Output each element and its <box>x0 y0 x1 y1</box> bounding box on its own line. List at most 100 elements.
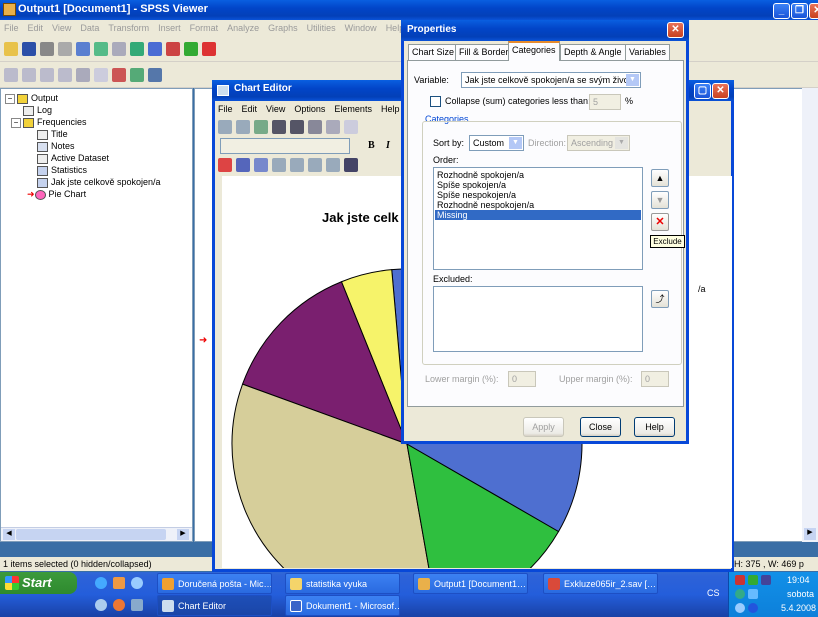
export-icon[interactable] <box>76 41 90 56</box>
show-icon[interactable] <box>76 67 90 82</box>
move-up-button[interactable]: ▲ <box>651 169 669 187</box>
outline-hscrollbar[interactable]: ◀ ▶ <box>1 527 192 541</box>
variable-dropdown[interactable]: Jak jste celkově spokojen/a se svým živo… <box>461 72 641 88</box>
ce-select-icon[interactable] <box>326 120 340 134</box>
ce-scatter-icon[interactable] <box>344 158 358 172</box>
ce-bar-icon[interactable] <box>236 158 250 172</box>
italic-button[interactable]: I <box>386 140 390 151</box>
ce-menu-view[interactable]: View <box>266 104 285 114</box>
menu-file[interactable]: File <box>4 23 19 33</box>
ce-bar2-icon[interactable] <box>254 158 268 172</box>
print-preview-icon[interactable] <box>58 41 72 56</box>
chart-editor-close-button[interactable]: ✕ <box>712 83 729 99</box>
quicklaunch-firefox-icon[interactable] <box>113 599 125 611</box>
list-item[interactable]: Rozhodně nespokojen/a <box>435 200 641 210</box>
close-button[interactable]: Close <box>580 417 621 437</box>
ce-lasso-icon[interactable] <box>344 120 358 134</box>
content-vscrollbar[interactable]: ▶ <box>802 88 818 542</box>
menu-data[interactable]: Data <box>80 23 99 33</box>
upper-margin-input[interactable]: 0 <box>641 371 669 387</box>
ce-x-axis-icon[interactable] <box>272 120 286 134</box>
list-item[interactable]: Spíše nespokojen/a <box>435 190 641 200</box>
tree-item[interactable]: Notes <box>5 140 192 152</box>
scroll-left-icon[interactable]: ◀ <box>3 529 15 540</box>
menu-transform[interactable]: Transform <box>108 23 149 33</box>
ce-area-icon[interactable] <box>308 158 322 172</box>
apply-button[interactable]: Apply <box>523 417 564 437</box>
menu-view[interactable]: View <box>52 23 71 33</box>
include-button[interactable]: ⤴ <box>651 290 669 308</box>
tab-fill-border[interactable]: Fill & Border <box>455 44 513 61</box>
scroll-thumb[interactable] <box>16 529 166 540</box>
tree-item[interactable]: Statistics <box>5 164 192 176</box>
print-icon[interactable] <box>40 41 54 56</box>
tab-categories[interactable]: Categories <box>508 41 560 61</box>
collapse-checkbox[interactable] <box>430 96 441 107</box>
minimize-button[interactable]: _ <box>773 3 790 19</box>
menu-format[interactable]: Format <box>190 23 219 33</box>
properties-close-button[interactable]: ✕ <box>667 22 684 38</box>
insert-heading-icon[interactable] <box>112 67 126 82</box>
menu-window[interactable]: Window <box>345 23 377 33</box>
tree-item[interactable]: − Output <box>5 92 192 104</box>
open-icon[interactable] <box>4 41 18 56</box>
tree-item[interactable]: Title <box>5 128 192 140</box>
menu-graphs[interactable]: Graphs <box>268 23 298 33</box>
tree-item[interactable]: Jak jste celkově spokojen/a <box>5 176 192 188</box>
menu-edit[interactable]: Edit <box>28 23 44 33</box>
undo-icon[interactable] <box>112 41 126 56</box>
tray-icon[interactable] <box>735 589 745 599</box>
taskbar-item-outlook[interactable]: Doručená pošta - Mic… <box>157 573 272 594</box>
ce-line2-icon[interactable] <box>290 158 304 172</box>
font-dropdown[interactable] <box>220 138 350 154</box>
tray-icon[interactable] <box>735 603 745 613</box>
insert-title-icon[interactable] <box>130 67 144 82</box>
list-item-selected[interactable]: Missing <box>435 210 641 220</box>
collapse-threshold-input[interactable]: 5 <box>589 94 621 110</box>
back-icon[interactable] <box>4 67 18 82</box>
tray-icon[interactable] <box>748 589 758 599</box>
ce-redo-icon[interactable] <box>236 120 250 134</box>
order-listbox[interactable]: Rozhodně spokojen/a Spíše spokojen/a Spí… <box>433 167 643 270</box>
bluetooth-icon[interactable] <box>748 603 758 613</box>
tree-item-selected[interactable]: ➜ Pie Chart <box>5 188 192 200</box>
chart-editor-restore-button[interactable]: ▢ <box>694 83 711 99</box>
ce-menu-options[interactable]: Options <box>294 104 325 114</box>
collapse-toggle[interactable]: − <box>5 93 15 104</box>
tree-item[interactable]: − Frequencies <box>5 116 192 128</box>
clock-time[interactable]: 19:04 <box>787 575 810 585</box>
bold-button[interactable]: B <box>368 140 375 151</box>
collapse-icon[interactable] <box>58 67 72 82</box>
hide-icon[interactable] <box>94 67 108 82</box>
taskbar-item-spss-data[interactable]: Exkluze065ir_2.sav [… <box>543 573 658 594</box>
quicklaunch-ie-icon[interactable] <box>95 577 107 589</box>
tray-icon[interactable] <box>761 575 771 585</box>
lower-margin-input[interactable]: 0 <box>508 371 536 387</box>
chevron-down-icon[interactable]: ▼ <box>509 137 522 149</box>
list-item[interactable]: Rozhodně spokojen/a <box>435 170 641 180</box>
taskbar-item-chart-editor[interactable]: Chart Editor <box>157 595 272 616</box>
ce-undo-icon[interactable] <box>218 120 232 134</box>
quicklaunch-app-icon[interactable] <box>131 577 143 589</box>
chevron-down-icon[interactable]: ▼ <box>626 74 639 86</box>
tab-chart-size[interactable]: Chart Size <box>408 44 459 61</box>
language-indicator[interactable]: CS <box>707 588 720 598</box>
move-down-button[interactable]: ▼ <box>651 191 669 209</box>
ce-menu-edit[interactable]: Edit <box>242 104 258 114</box>
tree-item[interactable]: Active Dataset <box>5 152 192 164</box>
excluded-listbox[interactable] <box>433 286 643 352</box>
ce-line-icon[interactable] <box>272 158 286 172</box>
designate-icon[interactable] <box>202 41 216 56</box>
menu-analyze[interactable]: Analyze <box>227 23 259 33</box>
quicklaunch-media-icon[interactable] <box>95 599 107 611</box>
start-button[interactable]: Start <box>0 572 77 594</box>
save-icon[interactable] <box>22 41 36 56</box>
tab-variables[interactable]: Variables <box>625 44 670 61</box>
forward-icon[interactable] <box>22 67 36 82</box>
ce-y-axis-icon[interactable] <box>290 120 304 134</box>
help-button[interactable]: Help <box>634 417 675 437</box>
goto-data-icon[interactable] <box>130 41 144 56</box>
close-main-button[interactable]: ✕ <box>809 3 818 19</box>
dialog-recall-icon[interactable] <box>94 41 108 56</box>
exclude-button[interactable]: ✕ <box>651 213 669 231</box>
